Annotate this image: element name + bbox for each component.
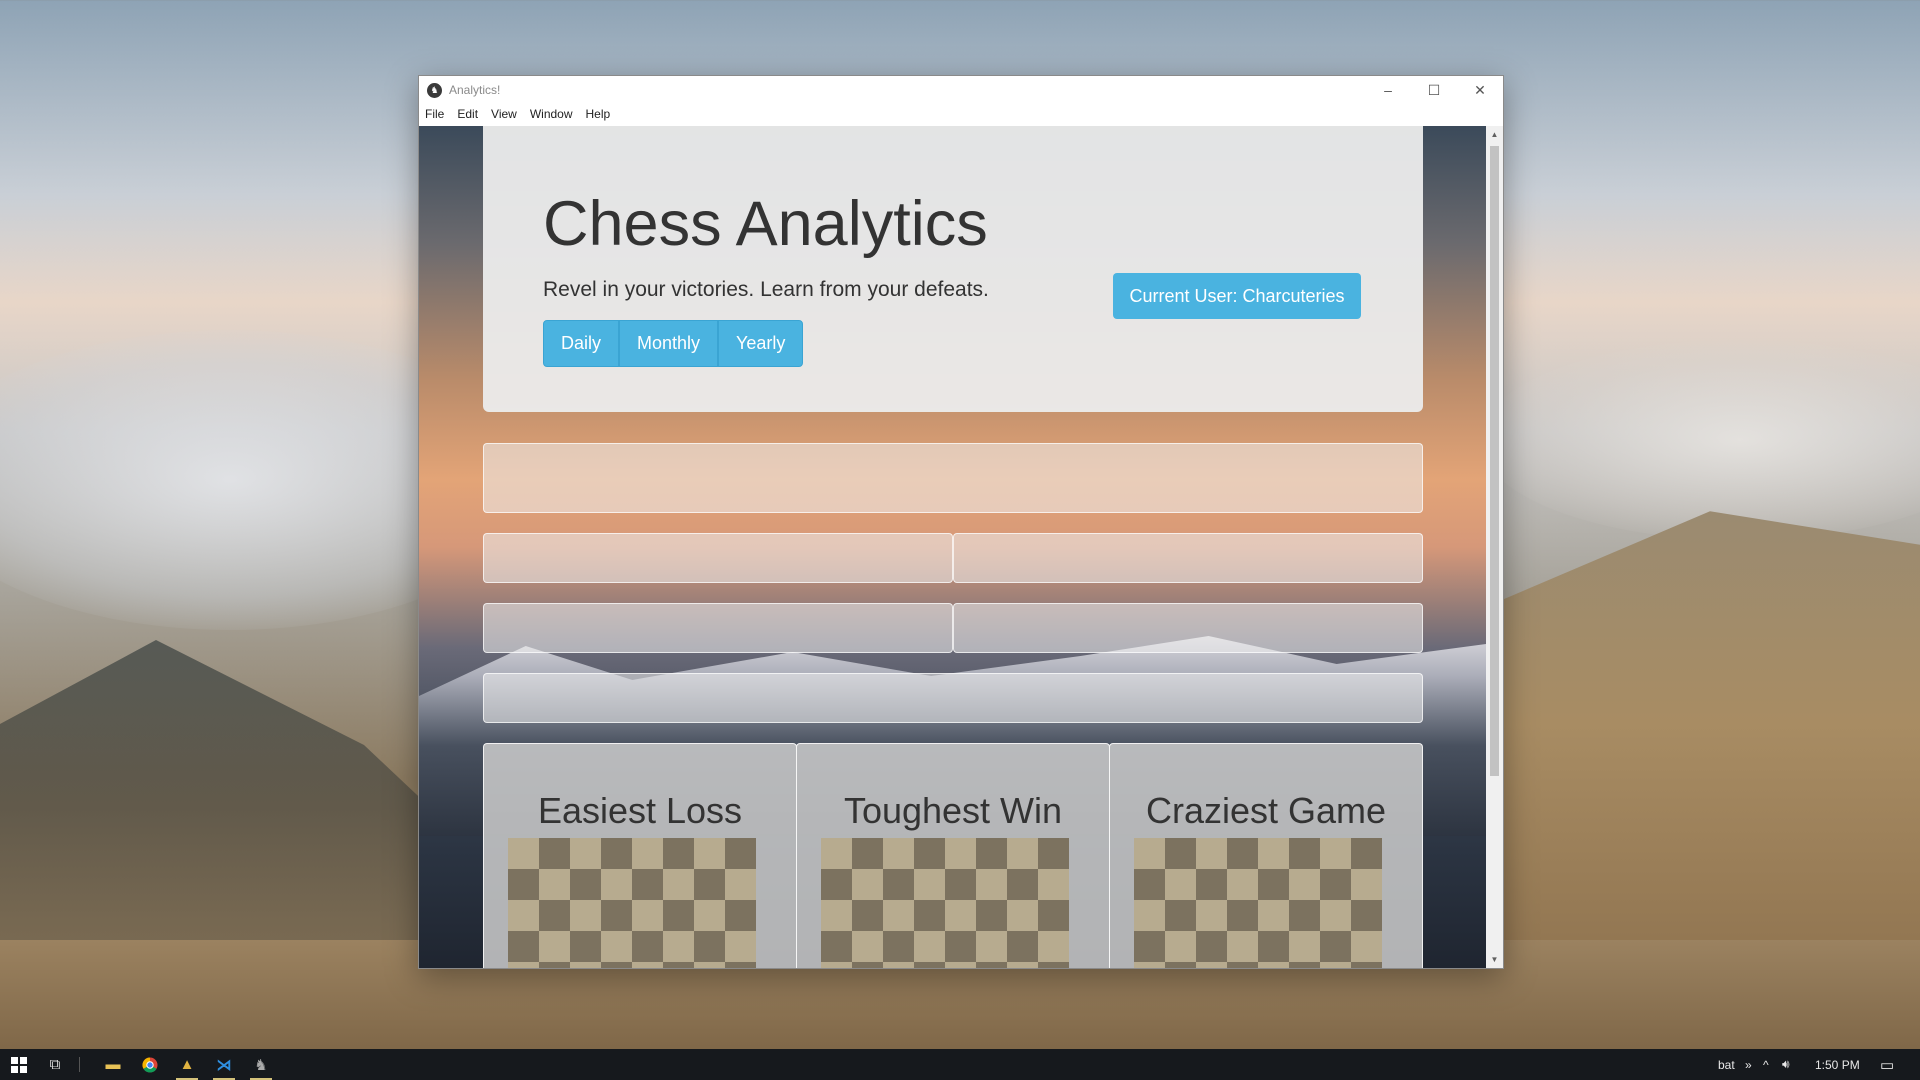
- page-title: Chess Analytics: [543, 189, 988, 259]
- chrome-icon[interactable]: [135, 1049, 165, 1080]
- menu-window[interactable]: Window: [530, 107, 573, 121]
- tray-overflow-icon[interactable]: »: [1745, 1049, 1752, 1080]
- notification-center-icon[interactable]: ▭: [1880, 1049, 1894, 1080]
- clock[interactable]: 1:50 PM: [1815, 1049, 1860, 1080]
- chess-board[interactable]: [1134, 838, 1382, 968]
- stats-panel-right-2: [953, 603, 1423, 653]
- window-title: Analytics!: [449, 83, 501, 97]
- menu-view[interactable]: View: [491, 107, 517, 121]
- period-button-group: Daily Monthly Yearly: [543, 320, 804, 367]
- easiest-loss-card: Easiest Loss: [483, 743, 797, 968]
- menu-help[interactable]: Help: [586, 107, 611, 121]
- tray-expand-chevron-icon[interactable]: ^: [1763, 1049, 1769, 1080]
- app-window: ♞ Analytics! – ☐ ✕ File Edit View Window…: [418, 75, 1504, 969]
- yearly-button[interactable]: Yearly: [718, 320, 804, 367]
- start-icon[interactable]: [4, 1049, 34, 1080]
- header-jumbotron: Chess Analytics Revel in your victories.…: [483, 126, 1423, 412]
- chess-app-icon: ♞: [427, 82, 442, 98]
- analytics-app-icon[interactable]: ♞: [246, 1049, 276, 1080]
- close-button[interactable]: ✕: [1457, 76, 1503, 104]
- maximize-button[interactable]: ☐: [1411, 76, 1457, 104]
- kolibri-icon[interactable]: ▲: [172, 1049, 202, 1080]
- scroll-up-arrow-icon[interactable]: ▲: [1486, 126, 1503, 143]
- file-explorer-icon[interactable]: ▬: [98, 1049, 128, 1080]
- stats-panel-wide-2: [483, 673, 1423, 723]
- menu-edit[interactable]: Edit: [457, 107, 478, 121]
- taskbar-separator: [79, 1057, 80, 1072]
- task-view-icon[interactable]: ⧉: [40, 1049, 70, 1080]
- page-tagline: Revel in your victories. Learn from your…: [543, 278, 989, 301]
- stats-panel-left-1: [483, 533, 953, 583]
- card-title: Toughest Win: [843, 790, 1063, 831]
- vscode-icon[interactable]: ⋊: [209, 1049, 239, 1080]
- scroll-thumb[interactable]: [1490, 146, 1499, 776]
- current-user-button[interactable]: Current User: Charcuteries: [1113, 273, 1361, 319]
- stats-panel-left-2: [483, 603, 953, 653]
- chess-board[interactable]: [821, 838, 1069, 968]
- chess-board[interactable]: [508, 838, 756, 968]
- scroll-down-arrow-icon[interactable]: ▼: [1486, 951, 1503, 968]
- minimize-button[interactable]: –: [1365, 76, 1411, 104]
- stats-panel-wide-1: [483, 443, 1423, 513]
- card-title: Craziest Game: [1145, 790, 1387, 831]
- wallpaper-fog-right: [1480, 340, 1920, 540]
- toughest-win-card: Toughest Win: [796, 743, 1110, 968]
- menu-file[interactable]: File: [425, 107, 444, 121]
- vertical-scrollbar[interactable]: ▲ ▼: [1486, 126, 1503, 968]
- tray-user-label[interactable]: bat: [1718, 1049, 1735, 1080]
- craziest-game-card: Craziest Game: [1109, 743, 1423, 968]
- monthly-button[interactable]: Monthly: [619, 320, 719, 367]
- taskbar: ⧉ ▬ ▲ ⋊ ♞ bat » ^ 🔊︎ 1:50 PM ▭: [0, 1049, 1920, 1080]
- volume-icon[interactable]: 🔊︎: [1782, 1049, 1790, 1080]
- window-controls: – ☐ ✕: [1365, 76, 1503, 104]
- page-content: Chess Analytics Revel in your victories.…: [419, 126, 1486, 968]
- card-title: Easiest Loss: [537, 790, 743, 831]
- menu-bar: File Edit View Window Help: [419, 104, 1503, 124]
- title-bar[interactable]: ♞ Analytics! – ☐ ✕: [419, 76, 1503, 104]
- stats-panel-right-1: [953, 533, 1423, 583]
- daily-button[interactable]: Daily: [543, 320, 620, 367]
